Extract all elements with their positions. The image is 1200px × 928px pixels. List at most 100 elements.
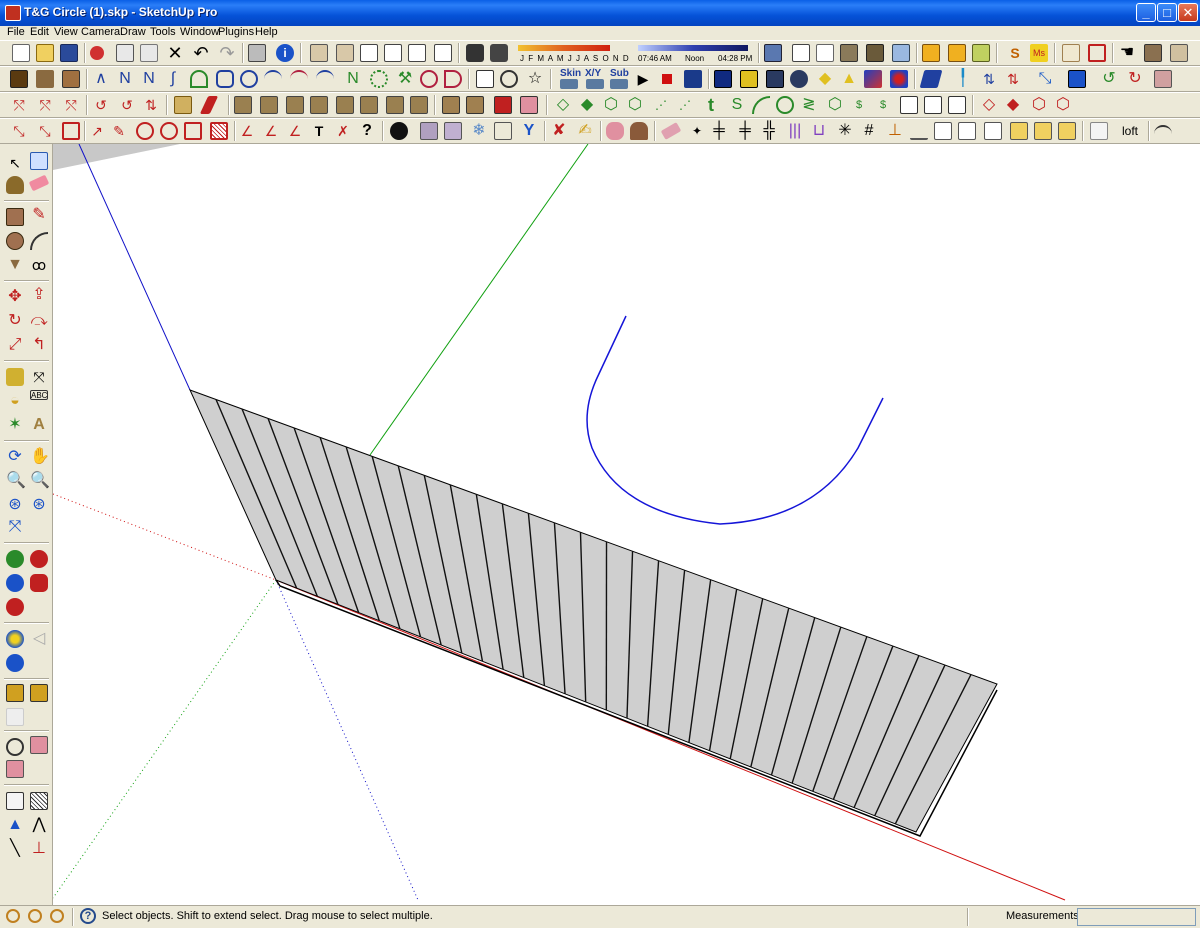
t-tool-icon[interactable]: T — [310, 122, 328, 140]
make-component-icon[interactable] — [30, 152, 48, 170]
s-bowl-2-icon[interactable]: $ — [874, 96, 892, 114]
shadow-time-slider-bar[interactable] — [638, 45, 748, 51]
grid-yellow-icon[interactable] — [740, 70, 758, 88]
eraser-pink-icon[interactable] — [660, 122, 682, 140]
circle-icon[interactable] — [6, 232, 24, 250]
face-tool-4-icon[interactable] — [310, 96, 328, 114]
angle-1-icon[interactable]: ∠ — [238, 122, 256, 140]
tape-measure-icon[interactable] — [6, 368, 24, 386]
no-sign-icon[interactable] — [136, 122, 154, 140]
bomb-icon[interactable] — [390, 122, 408, 140]
green-line-icon[interactable]: N — [344, 70, 362, 88]
material-browser-icon[interactable] — [36, 70, 54, 88]
camera-icon[interactable]: ◁ — [30, 630, 48, 648]
face-tool-6-icon[interactable] — [360, 96, 378, 114]
text-green-icon[interactable]: t — [702, 96, 720, 114]
texture-4-icon[interactable] — [520, 96, 538, 114]
dotted-line-1-icon[interactable]: ⋰ — [652, 96, 670, 114]
person-icon[interactable] — [630, 122, 648, 140]
dots-icon[interactable] — [890, 70, 908, 88]
new-icon[interactable] — [12, 44, 30, 62]
box-red-icon[interactable] — [62, 122, 80, 140]
pan-icon[interactable]: ✋ — [30, 448, 50, 466]
paint-bucket-icon[interactable] — [6, 176, 24, 194]
ellipse-icon[interactable] — [420, 70, 438, 88]
credits-status-icon[interactable] — [28, 909, 42, 923]
square-cross-icon[interactable] — [184, 122, 202, 140]
floor-icon[interactable] — [910, 122, 928, 140]
grid-hash-3-icon[interactable]: ╬ — [760, 122, 778, 140]
hidden-line-icon[interactable] — [816, 44, 834, 62]
move-icon[interactable]: ✥ — [6, 288, 24, 306]
stamp-icon[interactable]: ⊥ — [30, 840, 48, 858]
shaded-icon[interactable] — [840, 44, 858, 62]
select-icon[interactable]: ↖ — [6, 154, 24, 172]
section-cut-icon[interactable] — [972, 44, 990, 62]
front-view-icon[interactable] — [360, 44, 378, 62]
sandbox-ms-icon[interactable]: Ms — [1030, 44, 1048, 62]
face-tool-3-icon[interactable] — [286, 96, 304, 114]
orbit-icon[interactable]: ⟳ — [6, 448, 24, 466]
axis-red-icon[interactable]: ⤲ — [10, 96, 28, 114]
hexagon-icon[interactable]: ⬡ — [826, 96, 844, 114]
i-beam-icon[interactable]: ╿ — [954, 70, 972, 88]
dot-plus-icon[interactable]: ✦ — [688, 122, 706, 140]
menu-file[interactable]: File — [7, 26, 25, 38]
xray-icon[interactable] — [764, 44, 782, 62]
menu-view[interactable]: View — [54, 26, 78, 38]
monochrome-icon[interactable] — [892, 44, 910, 62]
rounded-rect-icon[interactable] — [216, 70, 234, 88]
remove-location-icon[interactable] — [30, 550, 48, 568]
warehouse-icon[interactable] — [1144, 44, 1162, 62]
model-info-icon[interactable]: i — [276, 44, 294, 62]
grid-blue-icon[interactable] — [714, 70, 732, 88]
zigzag-icon[interactable]: ≷ — [800, 96, 818, 114]
geo-status-icon[interactable] — [6, 909, 20, 923]
plane-green-2-icon[interactable]: ◆ — [578, 96, 596, 114]
text-icon[interactable]: ABC — [30, 390, 48, 400]
light-bulb-icon[interactable] — [790, 70, 808, 88]
pen-red-icon[interactable]: ✎ — [110, 122, 128, 140]
group-icon[interactable] — [1090, 122, 1108, 140]
look-around-icon[interactable] — [6, 760, 24, 778]
circle-point-icon[interactable] — [500, 70, 518, 88]
doc-icon[interactable] — [1154, 70, 1172, 88]
block-yellow-icon[interactable] — [1010, 122, 1028, 140]
s-bowl-icon[interactable]: $ — [850, 96, 868, 114]
no-entry-icon[interactable] — [1088, 44, 1106, 62]
pencil-red-icon[interactable] — [199, 96, 219, 114]
grid-cube-icon[interactable] — [30, 792, 48, 810]
google-earth-icon[interactable] — [6, 630, 24, 648]
cubes-green-icon[interactable]: ⬡ — [626, 96, 644, 114]
film-icon[interactable] — [684, 70, 702, 88]
menu-help[interactable]: Help — [255, 26, 278, 38]
protractor-icon[interactable]: ◒ — [6, 392, 24, 410]
cubes-red-icon[interactable]: ⬡ — [1054, 96, 1072, 114]
undo-icon[interactable]: ↶ — [192, 44, 210, 62]
house-white-icon[interactable] — [6, 708, 24, 726]
texture-3-icon[interactable] — [494, 96, 512, 114]
print-icon[interactable] — [248, 44, 266, 62]
get-models-icon[interactable] — [30, 574, 48, 592]
menu-plugins[interactable]: Plugins — [218, 26, 254, 38]
polygon-icon[interactable]: ▼ — [6, 256, 24, 274]
box-2-icon[interactable] — [924, 96, 942, 114]
minimize-button[interactable]: _ — [1136, 3, 1156, 22]
block-yellow-2-icon[interactable] — [1034, 122, 1052, 140]
cone-icon[interactable]: ▲ — [840, 70, 858, 88]
copy-icon[interactable] — [116, 44, 134, 62]
left-view-icon[interactable] — [434, 44, 452, 62]
menu-edit[interactable]: Edit — [30, 26, 49, 38]
position-camera-icon[interactable] — [6, 738, 24, 756]
polygon-dots-icon[interactable] — [370, 70, 388, 88]
arch-icon[interactable] — [264, 70, 282, 88]
frame-2-icon[interactable] — [958, 122, 976, 140]
spline-icon[interactable]: N — [116, 70, 134, 88]
red-arrows-icon[interactable]: ⇅ — [1004, 70, 1022, 88]
grid-red-icon[interactable] — [210, 122, 228, 140]
cube-purple-icon[interactable] — [444, 122, 462, 140]
asterisk-icon[interactable]: ✳ — [836, 122, 854, 140]
face-tool-2-icon[interactable] — [260, 96, 278, 114]
right-view-icon[interactable] — [384, 44, 402, 62]
stop-icon[interactable] — [658, 70, 676, 88]
